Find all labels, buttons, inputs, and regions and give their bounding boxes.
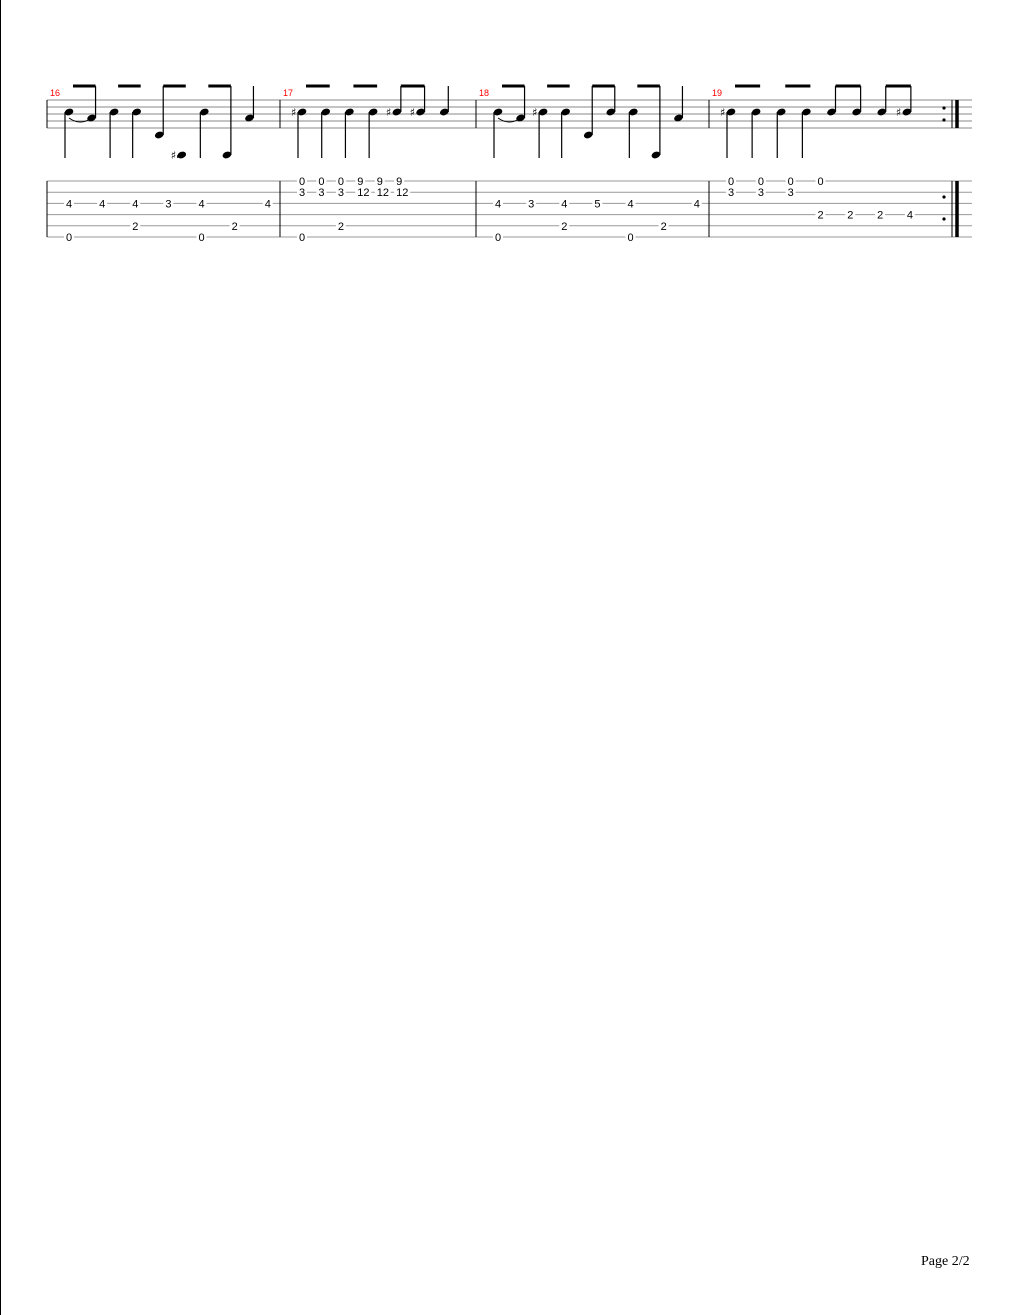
- fret-number: 2: [877, 210, 883, 222]
- fret-number: 2: [847, 210, 853, 222]
- sharp-accidental: ♯: [532, 106, 537, 119]
- repeat-dot: [942, 118, 946, 122]
- fret-number: 4: [265, 198, 271, 210]
- fret-number: 4: [132, 198, 138, 210]
- fret-number: 4: [561, 198, 567, 210]
- sharp-accidental: ♯: [291, 106, 296, 119]
- fret-number: 4: [627, 198, 633, 210]
- fret-number: 3: [338, 187, 344, 199]
- fret-number: 2: [561, 221, 567, 233]
- measure-16: 16 ♯ 4 0 4 4 2 3 4 0 2 4: [50, 84, 273, 244]
- fret-number: 0: [66, 232, 72, 244]
- fret-number: 4: [99, 198, 105, 210]
- fret-number: 12: [357, 187, 369, 199]
- measures: 16♯404 423 402417♯ ♯ ♯0300303291291291218♯40…: [46, 84, 959, 244]
- measure-number: 17: [283, 88, 293, 98]
- measure-18: 18 ♯ 4 0 3 4 2 5 4 0 2 4: [479, 84, 702, 244]
- fret-number: 3: [318, 187, 324, 199]
- fret-number: 12: [396, 187, 408, 199]
- measure-17: 17♯ ♯ ♯03003032912912912: [283, 84, 449, 244]
- sharp-accidental: ♯: [386, 106, 391, 119]
- fret-number: 0: [817, 176, 823, 188]
- fret-number: 3: [758, 187, 764, 199]
- tablature-score: 16♯404 423 402417♯ ♯ ♯0300303291291291218♯40…: [46, 84, 972, 244]
- fret-number: 0: [495, 232, 501, 244]
- fret-number: 12: [377, 187, 389, 199]
- measure-number: 19: [712, 88, 722, 98]
- sharp-accidental: ♯: [410, 106, 415, 119]
- fret-number: 2: [338, 221, 344, 233]
- fret-number: 4: [198, 198, 204, 210]
- fret-number: 2: [661, 221, 667, 233]
- sharp-accidental: ♯: [171, 149, 176, 162]
- fret-number: 2: [132, 221, 138, 233]
- fret-number: 5: [594, 198, 600, 210]
- repeat-dot: [942, 106, 946, 110]
- fret-number: 4: [694, 198, 700, 210]
- sharp-accidental: ♯: [896, 106, 901, 119]
- repeat-dot: [942, 217, 946, 221]
- fret-number: 2: [817, 210, 823, 222]
- fret-number: 0: [198, 232, 204, 244]
- sharp-accidental: ♯: [720, 106, 725, 119]
- fret-number: 3: [528, 198, 534, 210]
- fret-number: 3: [299, 187, 305, 199]
- fret-number: 2: [232, 221, 238, 233]
- measure-number: 16: [50, 88, 60, 98]
- fret-number: 0: [299, 232, 305, 244]
- fret-number: 0: [627, 232, 633, 244]
- tab-staff: [47, 180, 972, 238]
- fret-number: 3: [165, 198, 171, 210]
- measure-number: 18: [479, 88, 489, 98]
- fret-number: 4: [66, 198, 72, 210]
- page-number: Page 2/2: [921, 1254, 970, 1269]
- fret-number: 3: [728, 187, 734, 199]
- fret-number: 4: [495, 198, 501, 210]
- measure-19: 19♯ ♯03030302 2 2 4: [712, 84, 915, 222]
- repeat-dot: [942, 195, 946, 199]
- fret-number: 4: [907, 210, 913, 222]
- fret-number: 3: [788, 187, 794, 199]
